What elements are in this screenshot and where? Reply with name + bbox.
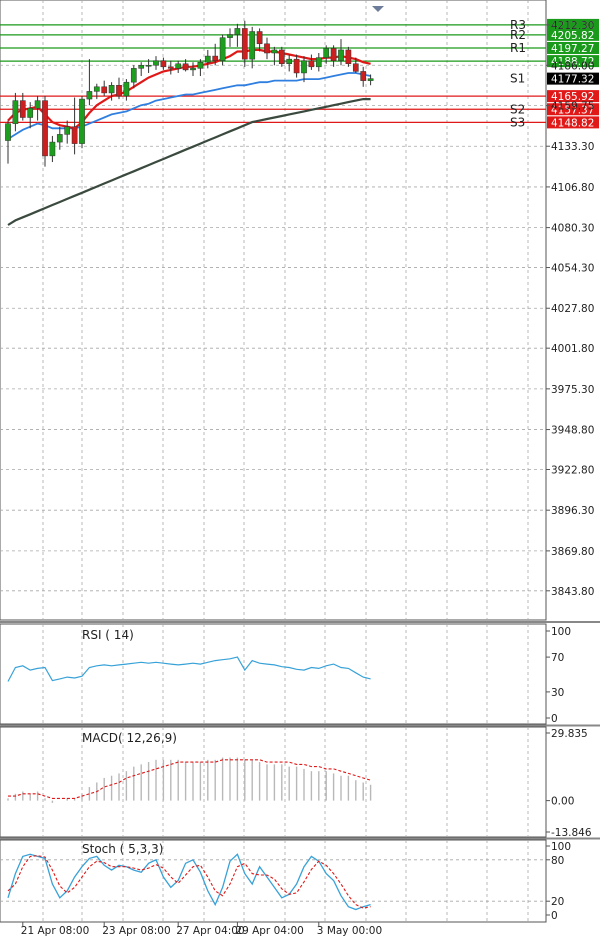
candle-bull: [315, 57, 322, 68]
candle-bull: [271, 49, 278, 54]
current-price-value: 4177.32: [551, 74, 594, 86]
candle-bear: [160, 60, 167, 68]
candle-bull: [108, 85, 115, 94]
time-tick-label: 27 Apr 04:00: [176, 925, 244, 937]
indicator-tick-label: 30: [551, 687, 564, 699]
price-tick-label: 4027.80: [551, 303, 594, 315]
candle-bear: [212, 55, 219, 61]
indicator-tick-label: 100: [551, 626, 571, 638]
candle-bull: [130, 68, 137, 83]
price-tick-label: 3896.30: [551, 505, 594, 517]
rsi-title: RSI ( 14): [82, 628, 134, 642]
candle-bull: [286, 58, 293, 64]
candle-bull: [27, 108, 34, 118]
indicator-tick-label: 0: [551, 910, 558, 922]
indicator-tick-label: 20: [551, 896, 564, 908]
candle-bull: [79, 98, 85, 144]
trading-chart: 4212.30R34205.82R24197.27R14188.724177.3…: [0, 0, 600, 937]
candle-bull: [49, 141, 56, 157]
candle-bull: [301, 60, 307, 74]
indicator-tick-label: 29.835: [551, 728, 588, 740]
candle-bear: [278, 49, 285, 64]
pivot-level-value: 4197.27: [551, 43, 594, 55]
indicator-tick-label: 100: [551, 841, 571, 853]
candle-bull: [219, 37, 226, 61]
candle-bear: [19, 100, 26, 118]
price-tick-label: 3975.30: [551, 384, 594, 396]
price-tick-label: 4054.30: [551, 263, 594, 275]
pivot-level-value: 4148.82: [551, 117, 594, 129]
candle-bull: [175, 63, 182, 69]
candle-bull: [138, 65, 145, 69]
candle-bull: [234, 28, 241, 35]
price-tick-label: 3843.80: [551, 586, 594, 598]
price-tick-label: 4001.80: [551, 343, 594, 355]
candle-bear: [352, 63, 359, 72]
pivot-level-name: S1: [510, 72, 525, 86]
candle-bear: [308, 60, 315, 68]
candle-bear: [264, 43, 270, 54]
candle-bull: [204, 55, 211, 63]
candle-bull: [197, 61, 204, 69]
candle-bull: [123, 81, 130, 97]
pivot-level-name: S2: [510, 102, 525, 116]
indicator-tick-label: 0.00: [551, 796, 574, 808]
candle-bull: [190, 68, 196, 71]
candle-bear: [101, 86, 108, 94]
price-tick-label: 3869.80: [551, 546, 594, 558]
candle-bull: [64, 126, 71, 135]
pivot-level-name: S3: [510, 115, 525, 129]
candle-bear: [360, 71, 367, 81]
price-tick-label: 4212.30: [551, 20, 594, 32]
time-tick-label: 3 May 00:00: [317, 925, 382, 937]
candle-bear: [256, 31, 263, 45]
candle-bull: [227, 34, 233, 38]
candle-bear: [345, 49, 352, 64]
candle-bear: [116, 85, 122, 97]
candle-bull: [34, 100, 41, 109]
indicator-tick-label: 0: [551, 713, 558, 725]
candle-bull: [367, 78, 374, 81]
candle-bull: [249, 31, 256, 60]
indicator-tick-label: 70: [551, 652, 564, 664]
candle-bull: [12, 100, 19, 124]
candle-bull: [323, 48, 330, 58]
price-tick-label: 3922.80: [551, 464, 594, 476]
price-tick-label: 4106.80: [551, 182, 594, 194]
stoch-title: Stoch ( 5,3,3): [82, 842, 163, 856]
candle-bear: [71, 126, 78, 144]
candle-bull: [5, 123, 11, 141]
candle-bull: [145, 65, 152, 67]
macd-title: MACD( 12,26,9): [82, 731, 177, 745]
time-tick-label: 23 Apr 08:00: [102, 925, 170, 937]
price-tick-label: 4186.00: [551, 60, 594, 72]
indicator-tick-label: 80: [551, 855, 564, 867]
candle-bear: [241, 28, 248, 60]
candle-bear: [293, 58, 300, 74]
candle-bear: [330, 48, 337, 61]
candle-bear: [182, 63, 189, 71]
price-tick-label: 4159.75: [551, 101, 594, 113]
indicator-tick-label: -13.846: [551, 827, 592, 839]
price-tick-label: 4133.30: [551, 141, 594, 153]
pivot-level-name: R2: [510, 28, 526, 42]
candle-bull: [86, 91, 93, 100]
time-tick-label: 21 Apr 08:00: [21, 925, 89, 937]
time-tick-label: 29 Apr 04:00: [235, 925, 303, 937]
candle-bull: [93, 86, 100, 92]
candle-bull: [56, 134, 63, 143]
candle-bear: [167, 66, 174, 69]
price-tick-label: 3948.80: [551, 425, 594, 437]
price-tick-label: 4080.30: [551, 223, 594, 235]
candle-bear: [42, 100, 48, 157]
candle-bull: [338, 49, 344, 61]
pivot-level-name: R1: [510, 41, 526, 55]
candle-bull: [153, 60, 159, 66]
